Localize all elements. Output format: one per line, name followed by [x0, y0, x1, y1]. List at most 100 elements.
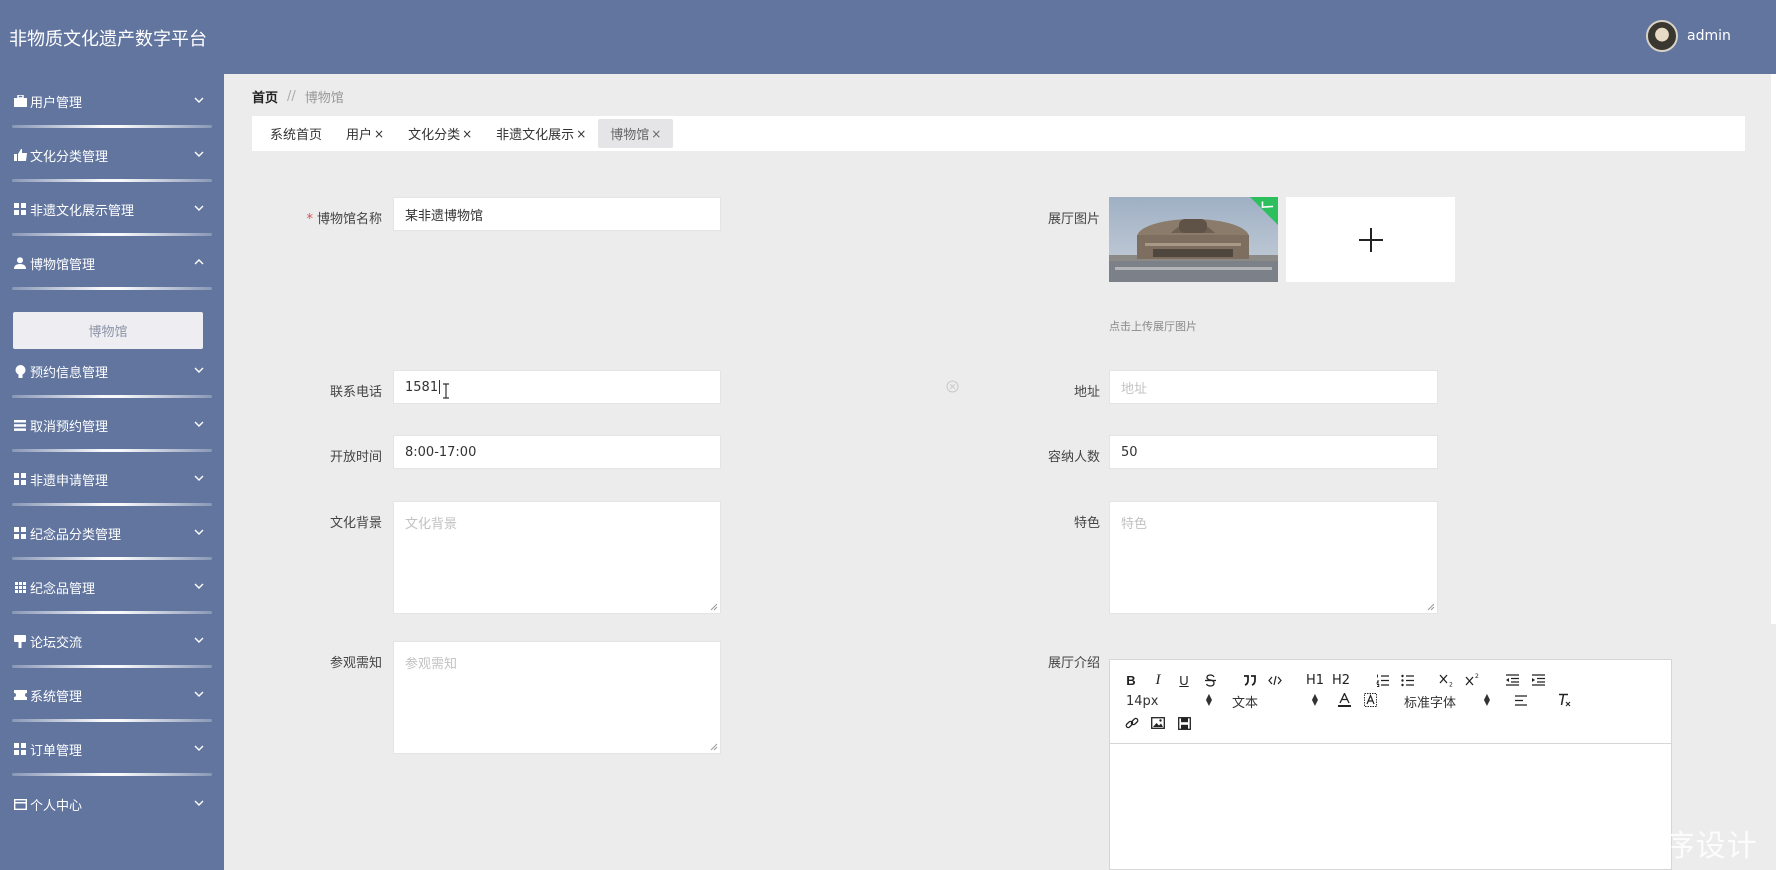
link-button[interactable]: [1124, 715, 1140, 731]
tab-system-home[interactable]: 系统首页: [258, 119, 334, 148]
capacity-input[interactable]: 50: [1109, 435, 1438, 469]
chevron-down-icon: [194, 583, 204, 589]
subscript-button[interactable]: 2: [1439, 672, 1455, 688]
upload-image-button[interactable]: [1286, 197, 1455, 282]
breadcrumb-home[interactable]: 首页: [252, 87, 278, 106]
heading-1-button[interactable]: H1: [1306, 672, 1324, 688]
strikethrough-icon: [1204, 673, 1216, 687]
feature-textarea[interactable]: 特色: [1109, 501, 1438, 614]
text-caret: [439, 380, 441, 394]
code-block-button[interactable]: [1267, 672, 1283, 688]
sidebar-item-order-management[interactable]: 订单管理: [0, 722, 224, 776]
username[interactable]: admin: [1687, 28, 1731, 44]
avatar[interactable]: [1646, 20, 1678, 52]
close-icon[interactable]: ×: [576, 127, 586, 141]
sidebar-item-heritage-display[interactable]: 非遗文化展示管理: [0, 182, 224, 236]
breadcrumb-current: 博物馆: [304, 91, 344, 106]
background-color-button[interactable]: [1362, 692, 1378, 708]
chevron-down-icon: [194, 97, 204, 103]
svg-text:2: 2: [1475, 673, 1479, 680]
sidebar-item-forum[interactable]: 论坛交流: [0, 614, 224, 668]
tab-museum[interactable]: 博物馆 ×: [598, 119, 674, 148]
sidebar-item-cancel-booking[interactable]: 取消预约管理: [0, 398, 224, 452]
address-input[interactable]: 地址: [1109, 370, 1438, 404]
sidebar: 用户管理 文化分类管理 非遗文化展示管理 博物馆管理 博物馆 预约信息管理 取消…: [0, 74, 224, 870]
museum-name-input[interactable]: 某非遗博物馆: [393, 197, 721, 231]
culture-background-textarea[interactable]: 文化背景: [393, 501, 721, 614]
sidebar-item-label: 预约信息管理: [30, 365, 109, 381]
tab-label: 用户: [346, 128, 373, 143]
text-type-select[interactable]: 文本 ▲ ▼: [1232, 693, 1318, 711]
font-color-button[interactable]: [1336, 692, 1352, 708]
chevron-up-icon: [194, 259, 204, 265]
tab-culture-category[interactable]: 文化分类 ×: [396, 119, 484, 148]
strikethrough-button[interactable]: [1203, 672, 1217, 688]
grid-small-icon: [13, 580, 27, 594]
tab-heritage-display[interactable]: 非遗文化展示 ×: [484, 119, 598, 148]
sidebar-item-label: 非遗申请管理: [30, 473, 109, 489]
sidebar-item-museum-management[interactable]: 博物馆管理: [0, 236, 224, 290]
align-button[interactable]: [1513, 692, 1529, 708]
address-label: 地址: [1073, 385, 1100, 400]
font-size-value: 14px: [1126, 693, 1159, 709]
open-time-label: 开放时间: [329, 450, 382, 465]
tab-user[interactable]: 用户 ×: [334, 119, 396, 148]
code-icon: [1268, 675, 1282, 685]
uploaded-hall-photo[interactable]: [1109, 197, 1278, 282]
blockquote-button[interactable]: [1241, 672, 1257, 688]
sidebar-item-souvenir-category[interactable]: 纪念品分类管理: [0, 506, 224, 560]
sidebar-item-label: 文化分类管理: [30, 149, 109, 165]
sidebar-item-booking-info[interactable]: 预约信息管理: [0, 344, 224, 398]
video-button[interactable]: [1176, 715, 1192, 731]
ordered-list-icon: [1376, 674, 1389, 687]
chevron-down-icon: [194, 421, 204, 427]
font-size-select[interactable]: 14px ▲ ▼: [1126, 693, 1212, 709]
resize-handle-icon[interactable]: [710, 743, 718, 751]
chevron-down-icon: [194, 367, 204, 373]
heading-2-button[interactable]: H2: [1332, 672, 1350, 688]
align-left-icon: [1515, 694, 1527, 706]
superscript-button[interactable]: 2: [1465, 672, 1481, 688]
indent-button[interactable]: [1530, 672, 1546, 688]
clear-format-icon: [1559, 693, 1571, 707]
grid-icon: [13, 526, 27, 540]
close-icon[interactable]: ×: [651, 127, 661, 141]
sidebar-item-souvenir[interactable]: 纪念品管理: [0, 560, 224, 614]
outdent-icon: [1505, 674, 1519, 686]
italic-button[interactable]: I: [1151, 672, 1165, 688]
breadcrumb-separator: //: [287, 89, 296, 104]
bullet-list-button[interactable]: [1400, 672, 1416, 688]
close-icon[interactable]: ×: [374, 127, 384, 141]
sidebar-item-label: 取消预约管理: [30, 419, 109, 435]
ordered-list-button[interactable]: [1375, 672, 1391, 688]
background-color-icon: [1363, 693, 1377, 707]
font-family-select[interactable]: 标准字体 ▲ ▼: [1404, 692, 1490, 711]
tab-label: 系统首页: [270, 128, 323, 143]
sidebar-item-label: 订单管理: [30, 743, 83, 759]
visit-notice-textarea[interactable]: 参观需知: [393, 641, 721, 754]
user-menu[interactable]: admin: [1646, 20, 1731, 52]
sidebar-item-heritage-application[interactable]: 非遗申请管理: [0, 452, 224, 506]
bold-button[interactable]: B: [1124, 672, 1138, 688]
sidebar-item-system-management[interactable]: 系统管理: [0, 668, 224, 722]
outdent-button[interactable]: [1504, 672, 1520, 688]
sidebar-item-label: 系统管理: [30, 689, 83, 705]
briefcase-icon: [13, 94, 27, 108]
plus-icon: [1358, 227, 1383, 252]
svg-text:2: 2: [1449, 682, 1453, 688]
clear-format-button[interactable]: [1556, 692, 1572, 708]
scrollbar[interactable]: [1771, 74, 1776, 624]
underline-button[interactable]: U: [1177, 672, 1191, 688]
resize-handle-icon[interactable]: [1427, 603, 1435, 611]
sidebar-item-culture-category[interactable]: 文化分类管理: [0, 128, 224, 182]
image-button[interactable]: [1150, 715, 1166, 731]
clear-circle-icon[interactable]: [946, 380, 959, 393]
sidebar-item-user-management[interactable]: 用户管理: [0, 74, 224, 128]
chevron-down-icon: [194, 205, 204, 211]
resize-handle-icon[interactable]: [710, 603, 718, 611]
select-arrows-icon: ▲ ▼: [1483, 692, 1490, 707]
chevron-down-icon: [194, 800, 204, 806]
close-icon[interactable]: ×: [462, 127, 472, 141]
sidebar-item-personal-center[interactable]: 个人中心: [0, 777, 224, 831]
open-time-input[interactable]: 8:00-17:00: [393, 435, 721, 469]
